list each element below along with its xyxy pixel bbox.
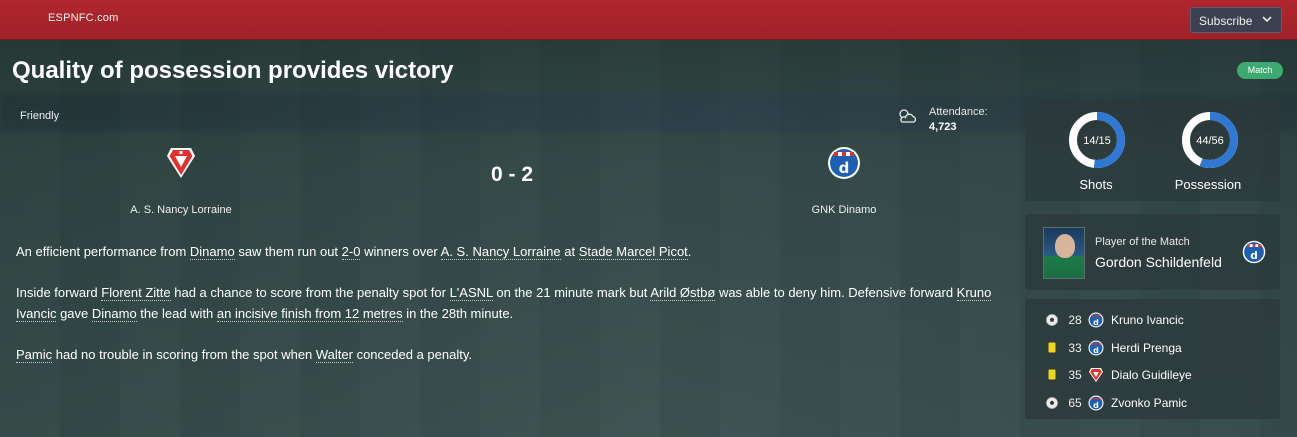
svg-text:d: d [1093,318,1099,327]
report-text: at [560,244,579,259]
subscribe-button[interactable]: Subscribe [1190,7,1282,33]
svg-text:d: d [1250,250,1258,262]
away-team-crest-icon[interactable]: d [827,146,861,180]
report-text: Inside forward [16,285,102,300]
report-text: was able to deny him. Defensive forward [715,285,957,300]
event-minute: 33 [1068,340,1082,355]
brand-label: ESPNFC.com [48,12,119,24]
svg-text:d: d [1093,346,1099,355]
player-of-match-panel[interactable]: Player of the Match Gordon Schildenfeld … [1025,214,1280,290]
away-team-name[interactable]: GNK Dinamo [713,204,975,216]
report-text: An efficient performance from [16,244,190,259]
event-player[interactable]: Kruno Ivancic [1111,313,1184,327]
article-tag: Match [1237,62,1283,79]
yellow-card-icon [1048,369,1056,380]
event-minute: 65 [1068,395,1082,410]
report-link[interactable]: Stade Marcel Picot [578,244,688,260]
report-text: gave [56,306,92,321]
report-text: conceded a penalty. [352,347,472,362]
dinamo-crest-icon: d [1088,340,1104,355]
ball-icon [1046,314,1058,326]
match-report: An efficient performance from Dinamo saw… [16,241,1006,385]
report-paragraph: Inside forward Florent Zitte had a chanc… [16,282,1006,324]
report-link[interactable]: Dinamo [91,306,137,322]
report-text: in the 28th minute. [402,306,514,321]
dinamo-crest-icon: d [1088,312,1104,328]
event-minute: 35 [1068,368,1082,382]
event-minute: 28 [1068,313,1082,327]
report-text: winners over [360,244,441,259]
report-link[interactable]: L'ASNL [449,285,493,301]
ball-icon [1046,396,1058,409]
possession-ring-chart: 44/56 [1182,112,1238,168]
yellow-card-icon [1048,342,1056,352]
event-player[interactable]: Zvonko Pamic [1111,396,1187,410]
event-row[interactable]: 65 d Zvonko Pamic [1025,393,1280,413]
competition-label: Friendly [20,110,60,122]
report-link[interactable]: A. S. Nancy Lorraine [440,244,561,260]
report-link[interactable]: Walter [315,347,353,363]
report-link[interactable]: Pamic [16,347,53,363]
top-bar: ESPNFC.com Subscribe [0,0,1297,40]
event-row[interactable]: 33 d Herdi Prenga [1025,338,1280,358]
nancy-crest-icon [1089,368,1103,382]
match-score: 0 - 2 [490,163,534,186]
player-of-match-label: Player of the Match [1095,236,1190,248]
report-text: had a chance to score from the penalty s… [170,285,450,300]
player-photo [1043,227,1085,279]
attendance-label: Attendance: [929,106,988,118]
dinamo-crest-icon: d [1088,395,1104,410]
subscribe-label: Subscribe [1199,14,1253,28]
report-paragraph: Pamic had no trouble in scoring from the… [16,344,1006,365]
report-text: had no trouble in scoring from the spot … [52,347,316,362]
svg-text:d: d [1093,401,1099,410]
shots-label: Shots [1079,177,1113,192]
match-events-panel: 28 d Kruno Ivancic 33 d Herdi Prenga 35 Dialo G… [1025,299,1280,419]
event-row[interactable]: 35 Dialo Guidileye [1025,365,1280,385]
partly-cloudy-icon [899,109,917,123]
shots-ring-chart: 14/15 [1069,112,1125,168]
report-link[interactable]: Florent Zitte [101,285,171,301]
report-text: the lead with [136,306,217,321]
page-title: Quality of possession provides victory [12,57,454,84]
attendance-value: 4,723 [929,121,957,133]
report-link[interactable]: Arild Østbø [650,285,716,301]
report-link[interactable]: 2-0 [341,244,361,260]
report-paragraph: An efficient performance from Dinamo saw… [16,241,1006,262]
report-link[interactable]: Dinamo [189,244,235,260]
dinamo-crest-icon: d [1242,240,1266,264]
home-team-name[interactable]: A. S. Nancy Lorraine [50,204,312,216]
report-link[interactable]: an incisive finish from 12 metres [216,306,403,322]
event-player[interactable]: Herdi Prenga [1111,341,1182,355]
possession-label: Possession [1174,177,1242,192]
event-row[interactable]: 28 d Kruno Ivancic [1025,310,1280,330]
report-text: . [687,244,692,259]
possession-ring-text: 44/56 [1196,135,1224,147]
player-of-match-name[interactable]: Gordon Schildenfeld [1095,254,1222,270]
event-player[interactable]: Dialo Guidileye [1111,368,1192,382]
report-text: on the 21 minute mark but [492,285,651,300]
report-text: saw them run out [234,244,342,259]
player-photo-head [1055,234,1075,258]
home-team-crest-icon[interactable] [165,146,197,180]
match-stats-panel: 14/15 44/56 Shots Possession [1025,100,1280,201]
svg-text:d: d [839,159,850,177]
shots-ring-text: 14/15 [1083,135,1111,147]
chevron-down-icon [1262,16,1272,23]
